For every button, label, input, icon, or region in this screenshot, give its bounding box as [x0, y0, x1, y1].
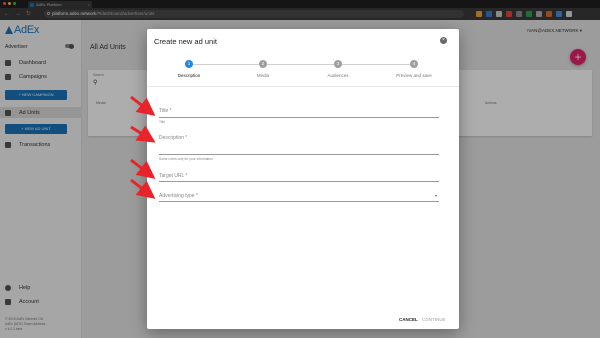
arrow-to-target-url-icon	[130, 158, 156, 179]
annotation-arrows	[130, 95, 156, 199]
arrow-to-title-icon	[130, 95, 156, 116]
arrow-to-description-icon	[130, 125, 156, 143]
arrow-to-advertising-type-icon	[130, 178, 156, 199]
